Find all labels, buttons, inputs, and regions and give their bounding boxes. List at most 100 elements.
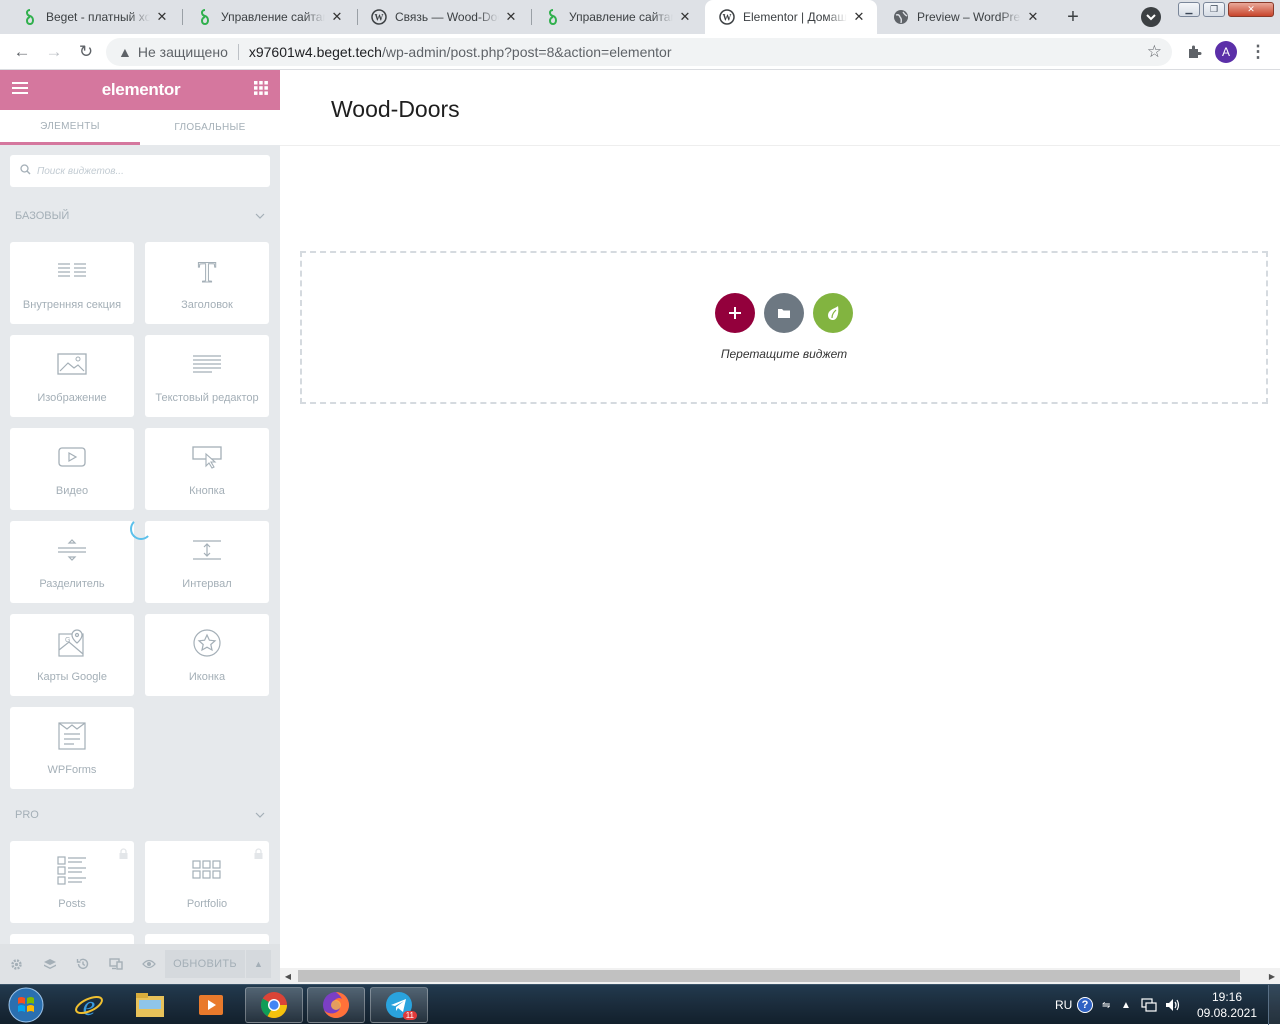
browser-tab[interactable]: Управление сайтами ✕ xyxy=(531,0,703,34)
widget-google-maps[interactable]: G Карты Google xyxy=(10,614,134,696)
minimize-button[interactable]: ▁ xyxy=(1178,2,1200,17)
category-basic-header[interactable]: БАЗОВЫЙ xyxy=(0,204,280,228)
widget-spacer[interactable]: Интервал xyxy=(145,521,269,603)
panel-tabs: ЭЛЕМЕНТЫ ГЛОБАЛЬНЫЕ xyxy=(0,110,280,145)
update-button[interactable]: ОБНОВИТЬ xyxy=(165,950,245,978)
widget-inner-section[interactable]: Внутренняя секция xyxy=(10,242,134,324)
windows-taskbar: e 11 RU ? ⇋ ▲ 19:16 09.08.2021 xyxy=(0,984,1280,1025)
keyboard-switch-icon[interactable]: ⇋ xyxy=(1102,985,1110,1025)
chrome-icon xyxy=(260,992,288,1019)
widget-text-editor[interactable]: Текстовый редактор xyxy=(145,335,269,417)
show-desktop-button[interactable] xyxy=(1268,985,1280,1025)
plus-icon xyxy=(729,307,741,319)
taskbar-chrome[interactable] xyxy=(245,987,303,1023)
tab-global[interactable]: ГЛОБАЛЬНЫЕ xyxy=(140,110,280,145)
widget-heading[interactable]: T Заголовок xyxy=(145,242,269,324)
taskbar-firefox[interactable] xyxy=(307,987,365,1023)
widgets-grid-icon[interactable] xyxy=(254,80,268,100)
language-indicator[interactable]: RU xyxy=(1055,985,1072,1025)
history-icon[interactable] xyxy=(66,944,99,984)
widget-divider[interactable]: Разделитель xyxy=(10,521,134,603)
browser-menu-icon[interactable]: ⋮ xyxy=(1246,40,1270,64)
svg-text:W: W xyxy=(723,13,732,23)
add-section-dropzone[interactable]: Перетащите виджет xyxy=(300,251,1268,404)
leaf-icon xyxy=(828,306,839,320)
browser-tab[interactable]: W Связь — Wood-Doors ✕ xyxy=(357,0,529,34)
system-clock[interactable]: 19:16 09.08.2021 xyxy=(1192,989,1262,1021)
horizontal-scrollbar[interactable]: ◀ ▶ xyxy=(280,968,1280,984)
widget-wpforms[interactable]: WPForms xyxy=(10,707,134,789)
profile-avatar[interactable]: A xyxy=(1214,40,1238,64)
dropzone-buttons xyxy=(715,293,853,333)
elementor-logo: elementor xyxy=(101,80,181,99)
lock-icon xyxy=(253,846,264,859)
add-template-button[interactable] xyxy=(764,293,804,333)
save-options-button[interactable]: ▲ xyxy=(246,950,271,978)
widget-search-input[interactable] xyxy=(37,165,237,177)
widget-icon[interactable]: Иконка xyxy=(145,614,269,696)
taskbar-media-player[interactable] xyxy=(182,987,240,1023)
wordpress-icon: W xyxy=(371,9,387,25)
category-pro-header[interactable]: PRO xyxy=(0,803,280,827)
taskbar-explorer[interactable] xyxy=(121,987,179,1023)
envato-kit-button[interactable] xyxy=(813,293,853,333)
close-window-button[interactable]: ✕ xyxy=(1228,2,1274,17)
portfolio-icon xyxy=(192,855,222,885)
tab-elements[interactable]: ЭЛЕМЕНТЫ xyxy=(0,110,140,145)
panel-footer: ОБНОВИТЬ ▲ xyxy=(0,944,280,984)
close-tab-icon[interactable]: ✕ xyxy=(154,9,170,25)
network-icon[interactable] xyxy=(1141,985,1157,1025)
category-title: PRO xyxy=(15,809,39,821)
close-tab-icon[interactable]: ✕ xyxy=(851,9,867,25)
close-tab-icon[interactable]: ✕ xyxy=(1025,9,1041,25)
browser-tab[interactable]: Beget - платный хостинг ✕ xyxy=(8,0,180,34)
windows-logo-icon xyxy=(8,987,44,1023)
reload-button[interactable]: ↻ xyxy=(74,40,98,64)
firefox-icon xyxy=(323,992,349,1018)
video-icon xyxy=(57,442,87,472)
svg-text:W: W xyxy=(375,13,384,23)
widget-posts[interactable]: Posts xyxy=(10,841,134,923)
chevron-down-icon xyxy=(255,210,265,222)
widget-video[interactable]: Видео xyxy=(10,428,134,510)
widget-portfolio[interactable]: Portfolio xyxy=(145,841,269,923)
taskbar-telegram[interactable]: 11 xyxy=(370,987,428,1023)
scroll-left-arrow[interactable]: ◀ xyxy=(280,968,296,984)
browser-tab-active[interactable]: W Elementor | Домашняя ✕ xyxy=(705,0,877,34)
taskbar-internet-explorer[interactable]: e xyxy=(60,987,118,1023)
widget-image[interactable]: Изображение xyxy=(10,335,134,417)
security-label: Не защищено xyxy=(137,44,228,60)
scroll-right-arrow[interactable]: ▶ xyxy=(1264,968,1280,984)
settings-gear-icon[interactable] xyxy=(0,944,33,984)
bookmark-star-icon[interactable]: ☆ xyxy=(1147,42,1162,62)
address-bar[interactable]: ▲ Не защищено x97601w4.beget.tech/wp-adm… xyxy=(106,38,1172,66)
maximize-button[interactable]: ❐ xyxy=(1203,2,1225,17)
browser-tab[interactable]: Управление сайтами ✕ xyxy=(183,0,355,34)
responsive-mode-icon[interactable] xyxy=(99,944,132,984)
help-icon[interactable]: ? xyxy=(1077,985,1093,1025)
new-tab-button[interactable]: + xyxy=(1060,5,1086,29)
show-hidden-icons-icon[interactable]: ▲ xyxy=(1121,985,1131,1025)
forward-button[interactable]: → xyxy=(42,40,66,64)
warning-icon: ▲ xyxy=(118,44,132,60)
volume-icon[interactable] xyxy=(1165,985,1181,1025)
navigator-layers-icon[interactable] xyxy=(33,944,66,984)
preview-eye-icon[interactable] xyxy=(132,944,165,984)
tab-search-button[interactable] xyxy=(1141,7,1161,27)
close-tab-icon[interactable]: ✕ xyxy=(677,9,693,25)
close-tab-icon[interactable]: ✕ xyxy=(329,9,345,25)
close-tab-icon[interactable]: ✕ xyxy=(503,9,519,25)
panel-header: elementor xyxy=(0,70,280,110)
back-button[interactable]: ← xyxy=(10,40,34,64)
add-section-button[interactable] xyxy=(715,293,755,333)
scrollbar-thumb[interactable] xyxy=(298,970,1240,982)
hamburger-menu-icon[interactable] xyxy=(12,81,28,100)
search-icon xyxy=(20,164,31,178)
widget-button[interactable]: Кнопка xyxy=(145,428,269,510)
chevron-down-icon xyxy=(255,809,265,821)
browser-tab[interactable]: Preview – WordPress ✕ xyxy=(879,0,1051,34)
start-button[interactable] xyxy=(0,987,52,1023)
extensions-puzzle-icon[interactable] xyxy=(1182,40,1206,64)
svg-text:G: G xyxy=(65,637,70,644)
star-icon xyxy=(192,628,222,658)
